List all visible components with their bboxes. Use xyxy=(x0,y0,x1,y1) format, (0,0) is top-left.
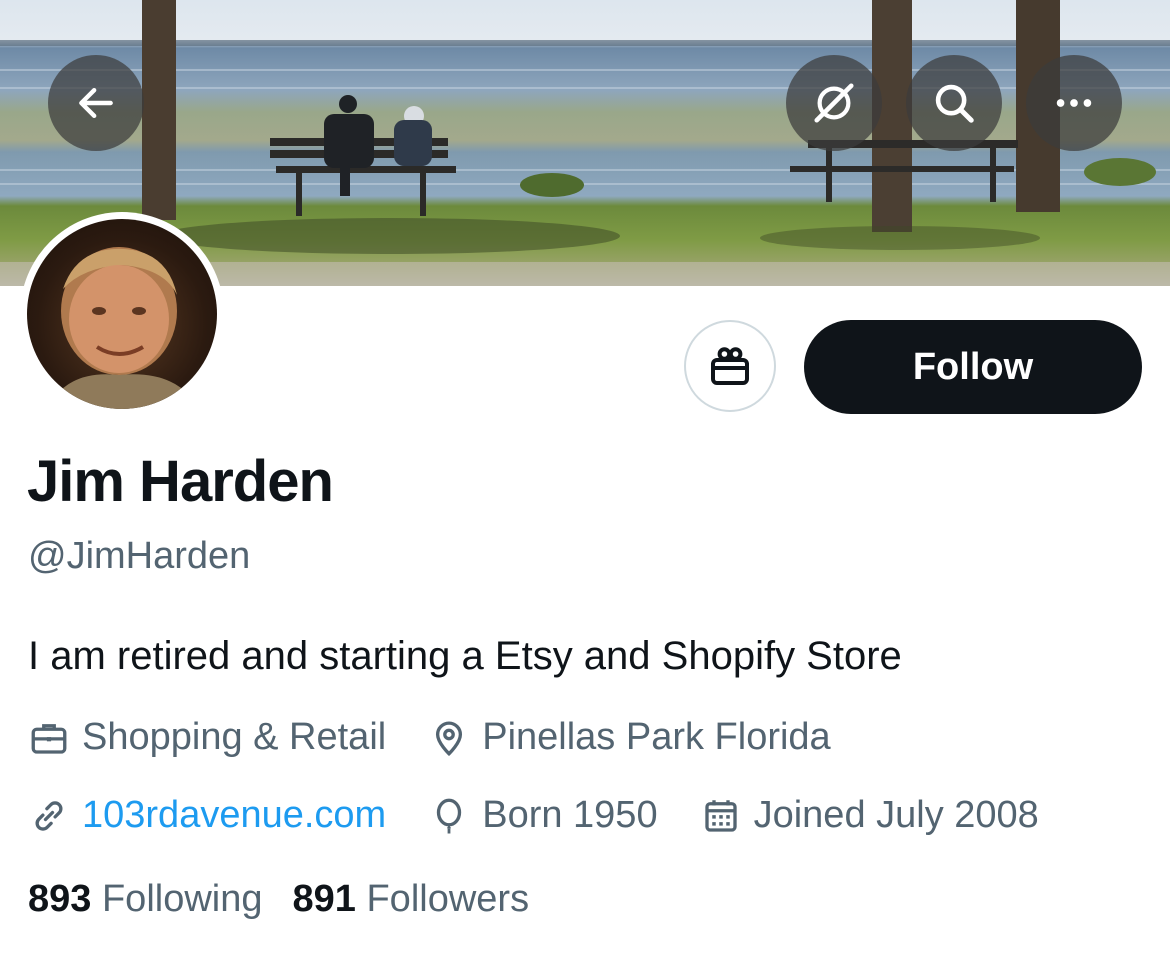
category-item: Shopping & Retail xyxy=(28,716,386,759)
followers-label: Followers xyxy=(366,878,530,920)
joined-item: Joined July 2008 xyxy=(700,794,1039,837)
website-link[interactable]: 103rdavenue.com xyxy=(82,794,386,837)
link-icon xyxy=(35,800,63,831)
born-text: Born 1950 xyxy=(482,794,658,836)
search-button[interactable] xyxy=(906,55,1002,151)
born-item: Born 1950 xyxy=(428,794,658,837)
grok-button[interactable] xyxy=(786,55,882,151)
category-text: Shopping & Retail xyxy=(82,716,387,758)
follow-button[interactable]: Follow xyxy=(804,320,1142,414)
profile-meta-row-2: 103rdavenue.com Born 1950 Joined July 20… xyxy=(28,794,1081,837)
profile-meta-row-1: Shopping & Retail Pinellas Park Florida xyxy=(28,716,873,759)
joined-text: Joined July 2008 xyxy=(753,794,1039,836)
follow-stats: 893 Following 891 Followers xyxy=(28,878,559,921)
avatar[interactable] xyxy=(20,212,224,416)
display-name: Jim Harden xyxy=(27,449,334,514)
location-pin-icon xyxy=(436,721,463,756)
following-count: 893 xyxy=(28,878,92,920)
calendar-icon xyxy=(704,799,737,832)
following-label: Following xyxy=(101,878,263,920)
briefcase-icon xyxy=(31,723,67,754)
balloon-icon xyxy=(437,798,462,833)
more-options-button[interactable] xyxy=(1026,55,1122,151)
avatar-photo xyxy=(27,219,217,409)
website-item[interactable]: 103rdavenue.com xyxy=(28,794,386,837)
followers-count: 891 xyxy=(292,878,356,920)
back-button[interactable] xyxy=(48,55,144,151)
search-icon xyxy=(935,84,974,123)
followers-stat[interactable]: 891 Followers xyxy=(293,878,530,921)
gift-button[interactable] xyxy=(684,320,776,412)
user-handle: @JimHarden xyxy=(28,535,251,577)
following-stat[interactable]: 893 Following xyxy=(28,878,263,921)
gift-icon xyxy=(711,347,749,385)
grok-slash-icon xyxy=(814,83,854,123)
location-text: Pinellas Park Florida xyxy=(482,716,831,758)
more-dots-icon xyxy=(1056,99,1092,107)
bio: I am retired and starting a Etsy and Sho… xyxy=(28,634,902,678)
arrow-left-icon xyxy=(79,87,113,119)
location-item: Pinellas Park Florida xyxy=(428,716,831,759)
